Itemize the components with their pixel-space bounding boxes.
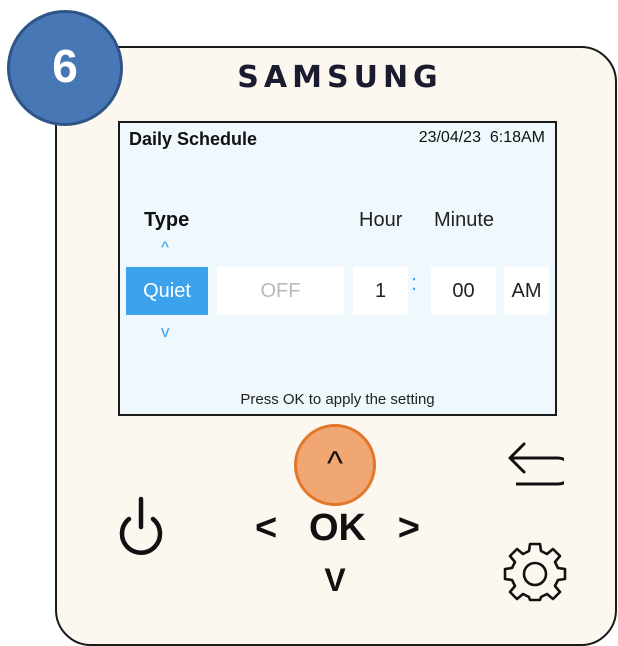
hour-field[interactable]: 1 [353,267,408,315]
left-button[interactable]: < [255,507,277,550]
down-button[interactable]: V [315,562,355,610]
type-selector[interactable]: Quiet [126,267,208,315]
minute-column-label: Minute [434,209,495,231]
settings-button[interactable] [503,538,567,602]
power-icon [119,496,163,555]
time-separator: : [411,270,418,295]
back-arrow-icon [508,442,573,486]
back-button[interactable] [506,440,573,496]
screen-title: Daily Schedule [129,129,258,149]
nav-row: < OK > [255,503,420,553]
step-badge: 6 [7,10,123,126]
hint-text: Press OK to apply the setting [240,391,435,408]
screen-datetime: 23/04/23 6:18AM [418,129,545,146]
up-arrow-icon: ^ [327,444,343,483]
right-button[interactable]: > [398,507,420,550]
up-button[interactable]: ^ [294,424,376,506]
type-down-arrow-icon: v [161,322,170,341]
power-button[interactable] [113,493,169,561]
type-column-label: Type [144,209,190,231]
ampm-field[interactable]: AM [504,267,549,315]
display-screen: Daily Schedule 23/04/23 6:18AM Type Hour… [118,121,557,416]
hour-column-label: Hour [359,209,403,231]
step-number: 6 [52,40,78,92]
minute-field[interactable]: 00 [431,267,496,315]
type-up-arrow-icon: ^ [161,238,169,257]
ok-button[interactable]: OK [309,507,366,550]
gear-icon [503,542,567,602]
status-field[interactable]: OFF [217,267,344,315]
